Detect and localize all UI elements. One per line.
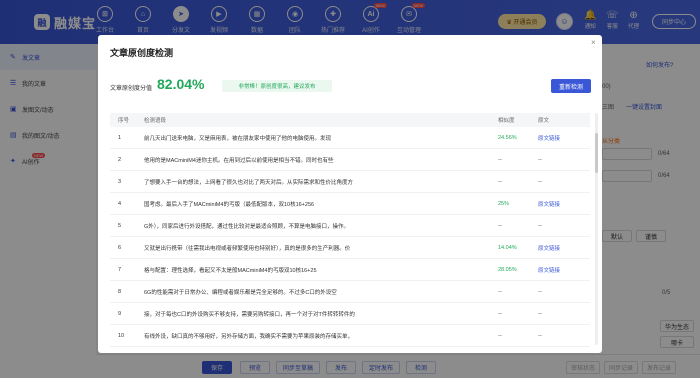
score-value: 82.04% <box>157 76 205 92</box>
row-paragraph: 格与配置：理性选择，看起又不太是般MACminiM4的丐版双10核16+25 <box>144 267 317 274</box>
row-source: -- <box>538 178 542 185</box>
detection-table: 序号 检测语段 相似度 原文 1 前几天出门送来电脑，又是麻用表，被在朋友家中使用… <box>110 113 590 347</box>
table-row: 4 国考虑。最后入手了MACminiM4的丐版（最低配版本，双10核16+256 2… <box>110 193 590 215</box>
row-similarity: 24.56% <box>498 134 517 141</box>
row-index: 5 <box>118 222 122 229</box>
row-paragraph: 有线外设，缺口真的不够用好，另外存储方面，我确实不需要为苹果原装的存储买单， <box>144 333 354 340</box>
score-note: 非常棒！原创度很高，建议发布 <box>222 80 332 92</box>
table-row: 3 了想要入手一台的想法，上网看了很久也对比了两天对后。从实际需求和性价比角度方 -… <box>110 171 590 193</box>
table-header: 序号 检测语段 相似度 原文 <box>110 113 590 127</box>
score-label: 文章原创度分值 <box>110 86 153 92</box>
row-index: 10 <box>118 332 125 339</box>
row-index: 9 <box>118 310 122 317</box>
row-similarity: -- <box>498 156 502 163</box>
row-similarity: -- <box>498 222 502 229</box>
source-link[interactable]: 原文链接 <box>538 134 590 142</box>
row-paragraph: G外），同家后进行外设搭配，通过性比较对是最适合照顾，不算是电脑接口，操作。 <box>144 223 350 230</box>
table-row: 1 前几天出门送来电脑，又是麻用表，被在朋友家中使用了他的电脑使用。发现 24.56… <box>110 127 590 149</box>
row-similarity: -- <box>498 178 502 185</box>
row-similarity: -- <box>498 332 502 339</box>
row-paragraph: 又就是出行携带（往需我出电视或者频繁使用也特别好），真的是很多的生产利器。价 <box>144 245 351 252</box>
col-paragraph: 检测语段 <box>144 118 167 124</box>
row-index: 8 <box>118 288 122 295</box>
source-link[interactable]: 原文链接 <box>538 200 590 208</box>
row-index: 1 <box>118 134 122 141</box>
table-row: 10 有线外设，缺口真的不够用好，另外存储方面，我确实不需要为苹果原装的存储买单，… <box>110 325 590 347</box>
row-source: -- <box>538 222 542 229</box>
row-index: 2 <box>118 156 122 163</box>
table-row: 2 他用的是MACminiM4迷你主机。在用到过后以前使用是相当不错。同时也有些 -… <box>110 149 590 171</box>
table-row: 6 又就是出行携带（往需我出电视或者频繁使用也特别好），真的是很多的生产利器。价 1… <box>110 237 590 259</box>
table-row: 7 格与配置：理性选择，看起又不太是般MACminiM4的丐版双10核16+25 2… <box>110 259 590 281</box>
table-scrollbar[interactable] <box>595 113 598 345</box>
row-paragraph: 了想要入手一台的想法，上网看了很久也对比了两天对后。从实际需求和性价比角度方 <box>144 179 354 186</box>
recheck-button[interactable]: 重新检测 <box>551 79 591 93</box>
col-source: 原文 <box>538 118 550 124</box>
scroll-thumb[interactable] <box>595 133 598 173</box>
row-similarity: -- <box>498 288 502 295</box>
col-similarity: 相似度 <box>498 118 515 124</box>
originality-check-modal: 文章原创度检测 × 文章原创度分值 82.04% 非常棒！原创度很高，建议发布 … <box>98 35 602 353</box>
table-row: 9 接，对于每也C口的外设购买不够支持，需要另购转接口，再一个对于对T件转转转件的… <box>110 303 590 325</box>
row-source: -- <box>538 288 542 295</box>
row-source: -- <box>538 310 542 317</box>
table-body: 1 前几天出门送来电脑，又是麻用表，被在朋友家中使用了他的电脑使用。发现 24.56… <box>110 127 590 347</box>
row-paragraph: 国考虑。最后入手了MACminiM4的丐版（最低配版本，双10核16+256 <box>144 201 315 208</box>
row-paragraph: 前几天出门送来电脑，又是麻用表，被在朋友家中使用了他的电脑使用。发现 <box>144 135 332 142</box>
row-paragraph: 6G的性能需对于日常办公、编程或者娱乐都是完全足够的。不过多C口的外设空 <box>144 289 337 296</box>
row-source: -- <box>538 156 542 163</box>
modal-title: 文章原创度检测 <box>110 48 174 58</box>
row-index: 3 <box>118 178 122 185</box>
source-link[interactable]: 原文链接 <box>538 244 590 252</box>
row-similarity: 28.05% <box>498 266 517 273</box>
row-index: 7 <box>118 266 122 273</box>
close-icon[interactable]: × <box>591 38 596 47</box>
row-paragraph: 他用的是MACminiM4迷你主机。在用到过后以前使用是相当不错。同时也有些 <box>144 157 334 164</box>
row-index: 4 <box>118 200 122 207</box>
row-source: -- <box>538 332 542 339</box>
table-row: 8 6G的性能需对于日常办公、编程或者娱乐都是完全足够的。不过多C口的外设空 -- -… <box>110 281 590 303</box>
source-link[interactable]: 原文链接 <box>538 266 590 274</box>
col-index: 序号 <box>118 118 130 124</box>
row-similarity: 14.04% <box>498 244 517 251</box>
row-similarity: 25% <box>498 200 510 207</box>
row-similarity: -- <box>498 310 502 317</box>
table-row: 5 G外），同家后进行外设搭配，通过性比较对是最适合照顾，不算是电脑接口，操作。 -… <box>110 215 590 237</box>
row-paragraph: 接，对于每也C口的外设购买不够支持，需要另购转接口，再一个对于对T件转转转件的 <box>144 311 355 318</box>
row-index: 6 <box>118 244 122 251</box>
